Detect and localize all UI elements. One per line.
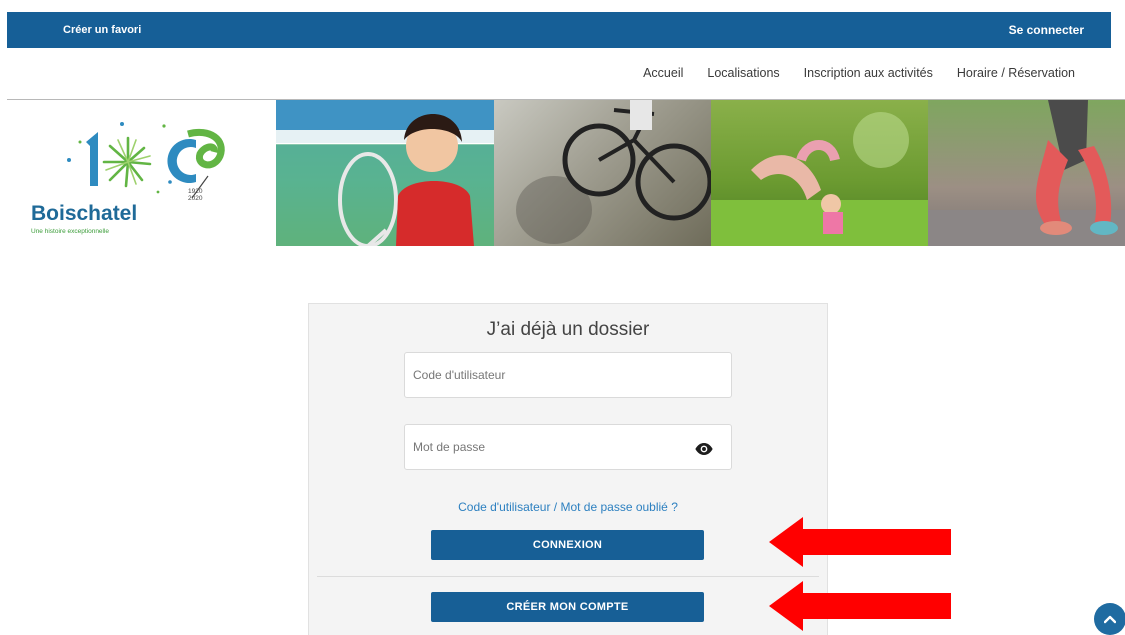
username-input[interactable] (405, 353, 731, 397)
main-nav: Accueil Localisations Inscription aux ac… (643, 66, 1075, 80)
connect-button[interactable]: CONNEXION (431, 530, 704, 560)
red-arrow-icon (769, 581, 951, 631)
password-field (404, 424, 732, 470)
password-input[interactable] (405, 425, 731, 469)
nav-item-home[interactable]: Accueil (643, 66, 683, 80)
login-card: J’ai déjà un dossier Code d'utilisateur … (308, 303, 828, 635)
banner-image-tennis (276, 100, 494, 248)
banner-image-runner (928, 100, 1125, 246)
banner-image-cycling (494, 100, 713, 246)
login-link[interactable]: Se connecter (1009, 23, 1084, 37)
logo-name: Boischatel (31, 202, 138, 225)
header-banner (276, 100, 1125, 248)
logo-tagline: Une histoire exceptionnelle (31, 228, 110, 235)
nav-item-activity-registration[interactable]: Inscription aux activités (804, 66, 933, 80)
anniversary-100-logo-icon: e (67, 122, 225, 198)
nav-item-locations[interactable]: Localisations (707, 66, 779, 80)
svg-text:e: e (204, 149, 210, 164)
eye-icon[interactable] (695, 442, 713, 456)
banner-image-yoga (711, 100, 928, 246)
logo-years: 1920 2020 (188, 188, 203, 202)
scroll-to-top-button[interactable] (1094, 603, 1125, 635)
login-title: J’ai déjà un dossier (486, 319, 650, 340)
username-field (404, 352, 732, 398)
red-arrow-icon (769, 517, 951, 567)
top-bar: Créer un favori Se connecter (7, 12, 1111, 48)
create-account-button[interactable]: CRÉER MON COMPTE (431, 592, 704, 622)
forgot-credentials-link[interactable]: Code d'utilisateur / Mot de passe oublié… (309, 500, 827, 514)
create-favorite-link[interactable]: Créer un favori (63, 24, 141, 36)
chevron-up-icon (1104, 615, 1116, 624)
card-divider (317, 576, 819, 577)
nav-item-schedule-booking[interactable]: Horaire / Réservation (957, 66, 1075, 80)
boischatel-logo[interactable]: e 1920 2020 Boischatel Une histoire exce… (24, 118, 244, 238)
